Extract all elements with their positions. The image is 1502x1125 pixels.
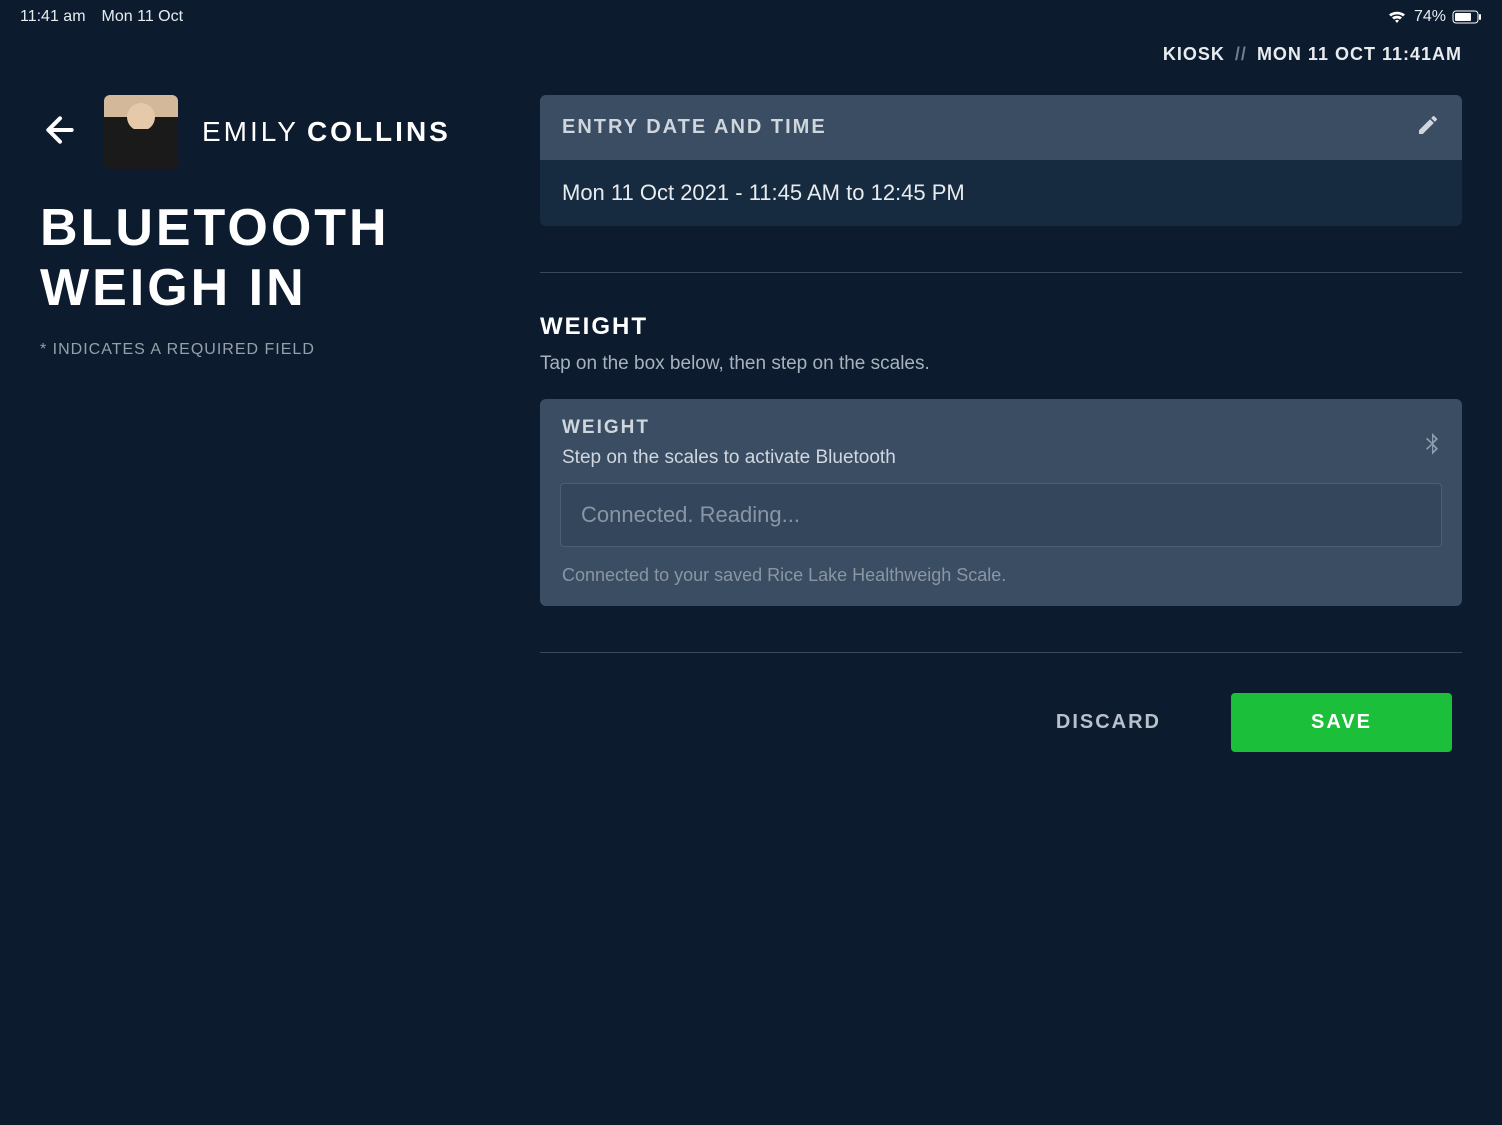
status-time: 11:41 am [20,8,86,26]
discard-button[interactable]: DISCARD [1056,711,1161,734]
kiosk-datetime: MON 11 OCT 11:41AM [1257,44,1462,64]
weight-input[interactable]: Connected. Reading... [560,483,1442,547]
divider [540,652,1462,653]
wifi-icon [1386,9,1408,25]
entry-date-card: ENTRY DATE AND TIME Mon 11 Oct 2021 - 11… [540,95,1462,226]
battery-icon [1452,10,1482,24]
entry-date-value: Mon 11 Oct 2021 - 11:45 AM to 12:45 PM [540,160,1462,226]
kiosk-label: KIOSK [1163,44,1225,64]
entry-date-header: ENTRY DATE AND TIME [562,116,827,139]
weight-connection-status: Connected to your saved Rice Lake Health… [560,565,1442,586]
weight-card-subtitle: Step on the scales to activate Bluetooth [562,447,896,469]
battery-percent: 74% [1414,8,1446,26]
weight-card: WEIGHT Step on the scales to activate Bl… [540,399,1462,606]
pencil-icon[interactable] [1416,113,1440,142]
avatar [104,95,178,169]
user-last-name: COLLINS [307,116,451,147]
back-arrow-icon[interactable] [40,110,80,155]
weight-section-title: WEIGHT [540,313,1462,341]
save-button[interactable]: SAVE [1231,693,1452,752]
device-status-bar: 11:41 am Mon 11 Oct 74% [0,0,1502,34]
kiosk-separator: // [1235,44,1247,64]
divider [540,272,1462,273]
required-field-note: * INDICATES A REQUIRED FIELD [40,341,500,359]
weight-card-title: WEIGHT [562,417,896,439]
bluetooth-icon [1424,433,1440,462]
user-first-name: EMILY [202,116,299,147]
user-name: EMILY COLLINS [202,116,451,148]
weight-section-subtitle: Tap on the box below, then step on the s… [540,353,1462,375]
page-title: BLUETOOTH WEIGH IN [40,199,500,319]
kiosk-bar: KIOSK // MON 11 OCT 11:41AM [0,34,1502,65]
status-date: Mon 11 Oct [102,8,184,26]
